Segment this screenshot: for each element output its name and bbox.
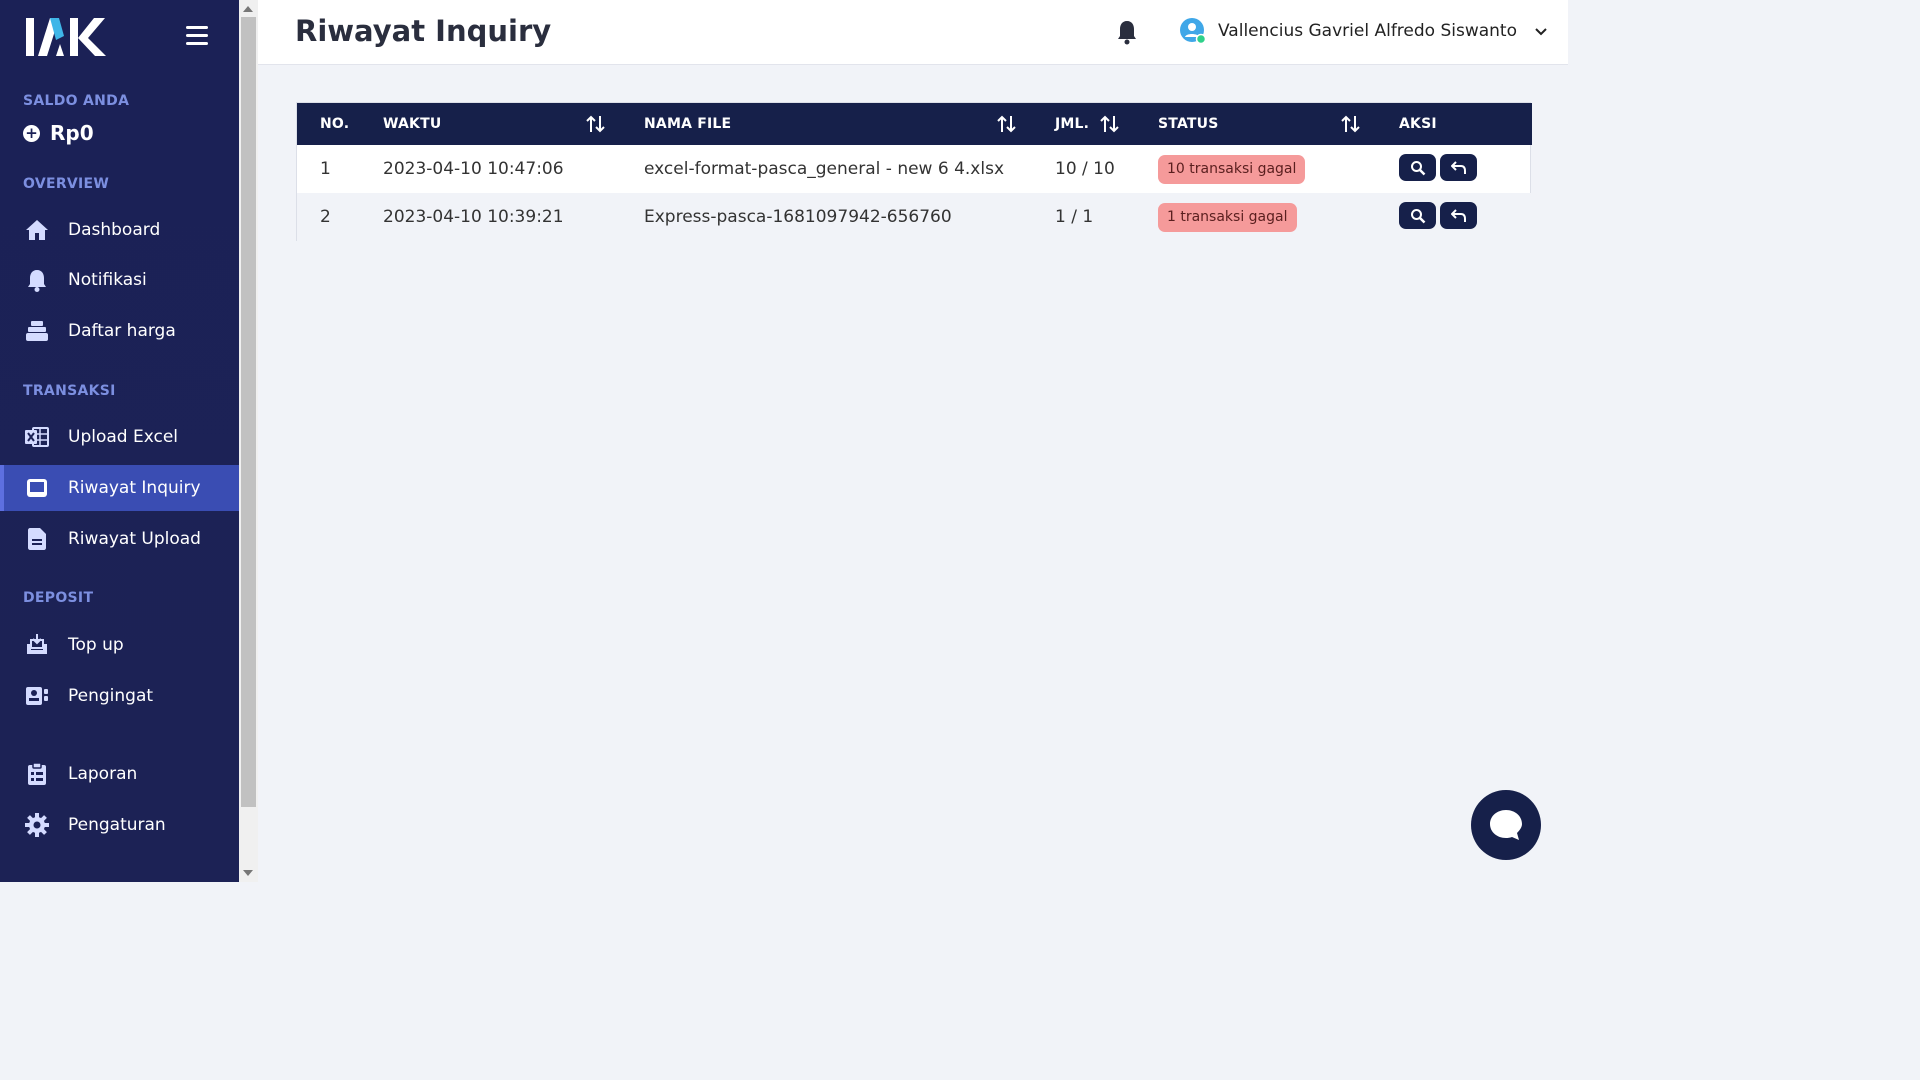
- column-header-nama-file: NAMA FILE: [644, 116, 732, 132]
- section-transaksi: TRANSAKSI: [23, 383, 116, 399]
- saldo-balance: + Rp0: [23, 121, 94, 145]
- menu-toggle-button[interactable]: [186, 26, 208, 46]
- sort-status-icon[interactable]: [1340, 114, 1362, 138]
- stack-icon: [24, 318, 50, 344]
- column-header-no: NO.: [320, 116, 350, 132]
- scroll-up-arrow-icon[interactable]: [243, 6, 253, 12]
- clipboard-icon: [24, 761, 50, 787]
- sidebar-item-label: Dashboard: [68, 220, 161, 240]
- column-header-jml: JML.: [1055, 116, 1090, 132]
- sidebar-item-label: Daftar harga: [68, 321, 176, 341]
- cell-no: 2: [320, 207, 331, 227]
- cell-no: 1: [320, 159, 331, 179]
- user-avatar-icon: [1180, 18, 1207, 45]
- chevron-down-icon: [1535, 21, 1547, 41]
- chat-bubble-icon: [1490, 810, 1522, 840]
- sidebar-item-label: Pengingat: [68, 686, 154, 706]
- sidebar-item-daftar-harga[interactable]: Daftar harga: [0, 308, 239, 354]
- cell-waktu: 2023-04-10 10:39:21: [383, 207, 564, 227]
- gear-icon: [24, 812, 50, 838]
- reply-arrow-icon: [1450, 160, 1466, 174]
- sidebar-item-pengingat[interactable]: Pengingat: [0, 673, 239, 719]
- column-header-aksi: AKSI: [1399, 116, 1437, 132]
- sidebar-item-dashboard[interactable]: Dashboard: [0, 207, 239, 253]
- home-icon: [24, 217, 50, 243]
- user-name: Vallencius Gavriel Alfredo Siswanto: [1218, 21, 1518, 41]
- contact-card-icon: [24, 683, 50, 709]
- page-title: Riwayat Inquiry: [295, 14, 552, 48]
- saldo-value: Rp0: [50, 121, 94, 145]
- sidebar-item-label: Riwayat Inquiry: [68, 478, 201, 498]
- reply-button[interactable]: [1440, 202, 1477, 229]
- iak-logo[interactable]: [26, 16, 108, 58]
- sidebar-item-label: Notifikasi: [68, 270, 147, 290]
- cell-jml: 10 / 10: [1055, 159, 1115, 179]
- sidebar-item-riwayat-inquiry[interactable]: Riwayat Inquiry: [0, 465, 239, 511]
- top-header: Riwayat Inquiry Vallencius Gavriel Alfre…: [258, 0, 1568, 65]
- sidebar-item-label: Pengaturan: [68, 815, 166, 835]
- sort-waktu-icon[interactable]: [585, 114, 607, 138]
- document-icon: [24, 526, 50, 552]
- sidebar-item-label: Upload Excel: [68, 427, 179, 447]
- user-menu[interactable]: Vallencius Gavriel Alfredo Siswanto: [1180, 18, 1547, 45]
- bell-icon: [24, 267, 50, 293]
- add-balance-icon[interactable]: +: [23, 124, 40, 142]
- inquiry-table: NO. WAKTU NAMA FILE JML. STATUS AKSI 1 2…: [296, 102, 1532, 241]
- download-tray-icon: [24, 632, 50, 658]
- view-detail-button[interactable]: [1399, 154, 1436, 181]
- sidebar-item-riwayat-upload[interactable]: Riwayat Upload: [0, 516, 239, 562]
- sidebar-item-top-up[interactable]: Top up: [0, 622, 239, 668]
- cell-nama-file: excel-format-pasca_general - new 6 4.xls…: [644, 159, 1005, 179]
- column-header-status: STATUS: [1158, 116, 1219, 132]
- table-row: 2 2023-04-10 10:39:21 Express-pasca-1681…: [297, 193, 1532, 241]
- view-detail-button[interactable]: [1399, 202, 1436, 229]
- excel-icon: [24, 424, 50, 450]
- cell-nama-file: Express-pasca-1681097942-656760: [644, 207, 952, 227]
- sort-nama-file-icon[interactable]: [996, 114, 1018, 138]
- table-row: 1 2023-04-10 10:47:06 excel-format-pasca…: [297, 145, 1532, 193]
- status-badge: 1 transaksi gagal: [1158, 203, 1297, 232]
- reply-arrow-icon: [1450, 208, 1466, 222]
- column-header-waktu: WAKTU: [383, 116, 442, 132]
- cell-waktu: 2023-04-10 10:47:06: [383, 159, 564, 179]
- search-icon: [1410, 208, 1425, 223]
- cell-jml: 1 / 1: [1055, 207, 1094, 227]
- scroll-thumb[interactable]: [241, 17, 256, 807]
- reply-button[interactable]: [1440, 154, 1477, 181]
- sidebar-item-pengaturan[interactable]: Pengaturan: [0, 802, 239, 848]
- section-overview: OVERVIEW: [23, 176, 110, 192]
- notification-bell-icon[interactable]: [1116, 19, 1138, 49]
- saldo-label: SALDO ANDA: [23, 93, 130, 109]
- chat-button[interactable]: [1471, 790, 1541, 860]
- scroll-down-arrow-icon[interactable]: [243, 870, 253, 876]
- section-deposit: DEPOSIT: [23, 590, 94, 606]
- sidebar-scrollbar[interactable]: [239, 0, 258, 882]
- sidebar: SALDO ANDA + Rp0 OVERVIEW Dashboard Noti…: [0, 0, 239, 882]
- table-header: NO. WAKTU NAMA FILE JML. STATUS AKSI: [297, 103, 1532, 145]
- sidebar-item-laporan[interactable]: Laporan: [0, 751, 239, 797]
- sidebar-item-label: Top up: [68, 635, 124, 655]
- sidebar-item-label: Riwayat Upload: [68, 529, 201, 549]
- sort-jml-icon[interactable]: [1099, 114, 1121, 138]
- sidebar-item-upload-excel[interactable]: Upload Excel: [0, 414, 239, 460]
- sidebar-item-notifikasi[interactable]: Notifikasi: [0, 257, 239, 303]
- inbox-icon: [24, 475, 50, 501]
- status-badge: 10 transaksi gagal: [1158, 155, 1306, 184]
- sidebar-item-label: Laporan: [68, 764, 138, 784]
- search-icon: [1410, 160, 1425, 175]
